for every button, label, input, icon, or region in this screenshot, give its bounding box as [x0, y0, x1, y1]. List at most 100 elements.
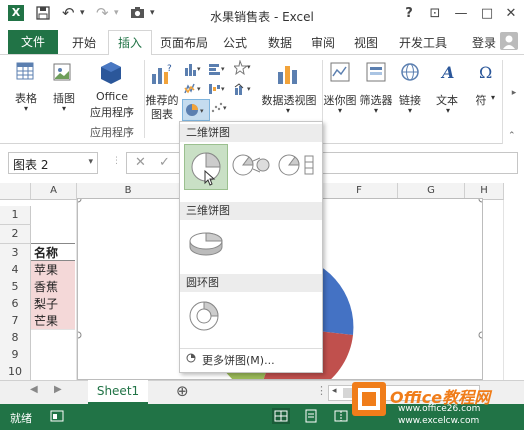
enter-button[interactable]: ✓	[159, 155, 170, 170]
cell-a7[interactable]: 芒果	[31, 312, 75, 330]
row-header-1[interactable]: 1	[0, 206, 31, 225]
office-apps-label-1[interactable]: Office	[88, 90, 136, 103]
section-3d-pie: 三维饼图	[180, 202, 322, 220]
tab-developer[interactable]: 开发工具	[399, 34, 447, 51]
macro-record-icon[interactable]	[50, 409, 64, 426]
office-apps-icon	[98, 60, 124, 89]
cancel-button[interactable]: ✕	[135, 155, 146, 170]
office-apps-button[interactable]: 应用程序	[84, 104, 140, 120]
login-link[interactable]: 登录	[472, 34, 496, 51]
sheet-bar-splitter[interactable]: ⋮	[316, 384, 327, 397]
section-2d-pie: 二维饼图	[180, 124, 322, 142]
waterfall-chart-icon[interactable]: ▾	[208, 82, 226, 99]
bar-of-pie-option[interactable]	[278, 152, 316, 181]
sheet-tab-sheet1[interactable]: Sheet1	[88, 380, 148, 404]
tab-file[interactable]: 文件	[8, 30, 58, 54]
pie-chart-gallery: 二维饼图 三维饼图 圆环图 更多饼图(M)...	[179, 121, 323, 373]
scatter-chart-icon[interactable]: ▾	[232, 59, 252, 79]
scroll-sheets-right-icon[interactable]: ▶	[54, 384, 62, 395]
page-break-view-icon[interactable]	[332, 408, 350, 427]
more-pie-charts-link[interactable]: 更多饼图(M)...	[202, 352, 275, 368]
line-chart-icon[interactable]: ▾	[184, 82, 202, 99]
scatter-small-icon[interactable]: ▾	[210, 101, 228, 118]
links-dropdown-icon[interactable]: ▾	[398, 106, 422, 115]
tab-review[interactable]: 审阅	[311, 34, 335, 51]
scroll-left-icon[interactable]: ◂	[332, 386, 337, 396]
restore-button[interactable]: □	[478, 6, 496, 21]
group-apps-label: 应用程序	[90, 126, 134, 139]
select-all-corner[interactable]	[0, 183, 31, 200]
minimize-button[interactable]: —	[452, 6, 470, 21]
pie-of-pie-option[interactable]	[232, 152, 270, 181]
pivot-chart-icon	[276, 62, 300, 89]
scroll-sheets-left-icon[interactable]: ◀	[30, 384, 38, 395]
sparklines-icon	[330, 62, 350, 85]
formula-input[interactable]	[321, 152, 518, 174]
cell-a6[interactable]: 梨子	[31, 295, 75, 313]
help-button[interactable]: ?	[400, 6, 418, 21]
svg-text:▾: ▾	[221, 65, 225, 73]
column-header-a[interactable]: A	[31, 183, 77, 200]
name-box[interactable]: 图表 2 ▾	[8, 152, 98, 174]
recommended-charts-icon: ?	[150, 62, 174, 89]
normal-view-icon[interactable]	[272, 408, 290, 424]
pie-2d-option[interactable]	[184, 144, 228, 190]
cell-a4[interactable]: 苹果	[31, 261, 75, 279]
recommended-charts-button[interactable]: 图表	[142, 106, 182, 122]
svg-text:▾: ▾	[247, 85, 251, 93]
symbols-dropdown-icon[interactable]: ▾	[488, 93, 498, 102]
column-chart-icon[interactable]: ▾	[184, 62, 202, 79]
cell-a5[interactable]: 香蕉	[31, 278, 75, 296]
page-layout-view-icon[interactable]	[302, 408, 320, 427]
collapse-ribbon-icon[interactable]: ⌃	[508, 131, 516, 141]
svg-text:▾: ▾	[197, 65, 201, 73]
illustrations-icon	[52, 62, 72, 85]
combo-chart-icon[interactable]: ▾	[234, 82, 252, 99]
svg-text:▾: ▾	[221, 85, 225, 93]
watermark-url2: www.excelcw.com	[398, 416, 480, 426]
row-header-2[interactable]: 2	[0, 225, 31, 244]
slicer-icon	[366, 62, 386, 85]
table-icon	[16, 62, 34, 83]
dropdown-separator	[180, 348, 322, 349]
svg-text:▾: ▾	[247, 63, 251, 71]
tab-insert[interactable]: 插入	[108, 30, 152, 56]
tab-data[interactable]: 数据	[268, 34, 292, 51]
name-box-dropdown-icon[interactable]: ▾	[88, 157, 93, 167]
tab-page-layout[interactable]: 页面布局	[160, 34, 208, 51]
svg-text:Ω: Ω	[479, 63, 492, 82]
tab-view[interactable]: 视图	[354, 34, 378, 51]
doughnut-option[interactable]	[186, 298, 222, 337]
svg-text:▾: ▾	[223, 104, 227, 112]
svg-text:▾: ▾	[200, 107, 204, 115]
sparklines-dropdown-icon[interactable]: ▾	[328, 106, 352, 115]
tab-formulas[interactable]: 公式	[223, 34, 247, 51]
name-box-value: 图表 2	[13, 158, 49, 172]
text-dropdown-icon[interactable]: ▾	[436, 106, 460, 115]
watermark-url1: www.office26.com	[398, 404, 481, 414]
svg-text:?: ?	[167, 64, 172, 74]
close-button[interactable]: ✕	[502, 6, 520, 21]
svg-text:▾: ▾	[197, 85, 201, 93]
ribbon-display-button[interactable]: ⊡	[426, 6, 444, 21]
pie-chart-button[interactable]: ▾	[182, 99, 210, 121]
svg-text:A: A	[440, 63, 454, 82]
tab-home[interactable]: 开始	[72, 34, 96, 51]
more-pie-icon	[186, 353, 196, 366]
symbols-icon: Ω	[478, 62, 492, 85]
gridline	[503, 200, 504, 380]
ribbon-scroll-right-icon[interactable]: ▸	[503, 88, 524, 98]
table-dropdown-icon[interactable]: ▾	[14, 104, 38, 113]
pivot-chart-dropdown-icon[interactable]: ▾	[276, 106, 300, 115]
illustrations-dropdown-icon[interactable]: ▾	[52, 104, 76, 113]
new-sheet-button[interactable]: ⊕	[176, 382, 189, 400]
account-avatar[interactable]	[500, 32, 518, 50]
section-doughnut: 圆环图	[180, 274, 322, 292]
status-ready: 就绪	[10, 412, 32, 425]
window-title: 水果销售表 - Excel	[210, 10, 314, 24]
pie-3d-option[interactable]	[186, 226, 226, 263]
office-watermark-logo	[352, 382, 386, 416]
slicer-dropdown-icon[interactable]: ▾	[364, 106, 388, 115]
hierarchy-chart-icon[interactable]: ▾	[208, 62, 226, 79]
cell-a3[interactable]: 名称	[31, 243, 75, 261]
